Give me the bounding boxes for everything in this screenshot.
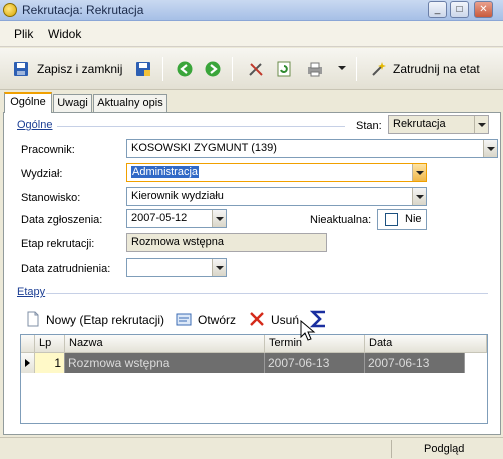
inactive-checkbox[interactable] — [385, 213, 398, 226]
toolbar: Zapisz i zamknij Zatrudnij na etat — [0, 48, 503, 90]
report-date-value: 2007-05-12 — [131, 212, 188, 224]
employee-dropdown-icon[interactable] — [483, 140, 497, 157]
department-dropdown-icon[interactable] — [412, 164, 426, 181]
toolbar-separator — [162, 57, 163, 81]
tab-aktualny-opis[interactable]: Aktualny opis — [93, 94, 167, 112]
open-button[interactable]: Otwórz — [198, 313, 236, 327]
row-selector[interactable] — [21, 353, 35, 373]
section-stages-label: Etapy — [17, 286, 46, 298]
menu-widok[interactable]: Widok — [48, 27, 81, 41]
preview-label[interactable]: Podgląd — [424, 443, 464, 455]
close-icon[interactable]: ✕ — [474, 1, 493, 18]
cell-data[interactable]: 2007-06-13 — [365, 353, 465, 373]
department-field[interactable]: Administracja — [126, 163, 427, 182]
status-label: Stan: — [356, 120, 382, 132]
status-value: Rekrutacja — [393, 118, 446, 130]
status-bar: Podgląd — [0, 437, 503, 459]
stage-label: Etap rekrutacji: — [21, 238, 95, 250]
print-icon[interactable] — [307, 61, 323, 77]
column-header-nazwa[interactable]: Nazwa — [65, 335, 265, 353]
toolbar-separator — [356, 57, 357, 81]
cell-lp[interactable]: 1 — [35, 353, 65, 373]
stage-field: Rozmowa wstępna — [126, 233, 327, 252]
report-date-field[interactable]: 2007-05-12 — [126, 209, 227, 228]
row-header-corner — [21, 335, 35, 353]
cell-nazwa[interactable]: Rozmowa wstępna — [65, 353, 265, 373]
minimize-icon[interactable]: _ — [428, 1, 447, 18]
inactive-value: Nie — [405, 213, 422, 225]
hire-icon — [372, 62, 386, 76]
status-separator — [391, 440, 392, 458]
hire-date-field[interactable] — [126, 258, 227, 277]
report-date-label: Data zgłoszenia: — [21, 214, 103, 226]
department-label: Wydział: — [21, 168, 63, 180]
print-dropdown-icon[interactable] — [338, 66, 346, 70]
section-divider — [57, 126, 345, 127]
position-value: Kierownik wydziału — [131, 190, 224, 202]
save-icon — [14, 62, 28, 76]
tab-uwagi[interactable]: Uwagi — [53, 94, 92, 112]
open-icon — [176, 313, 192, 326]
tools-icon[interactable] — [248, 61, 264, 77]
department-value: Administracja — [131, 166, 200, 178]
window-title: Rekrutacja: Rekrutacja — [22, 3, 144, 17]
employee-label: Pracownik: — [21, 144, 75, 156]
hire-date-dropdown-icon[interactable] — [212, 259, 226, 276]
delete-button[interactable]: Usuń — [271, 313, 299, 327]
current-row-icon — [25, 359, 30, 367]
status-field: Rekrutacja — [388, 115, 489, 134]
hire-button[interactable]: Zatrudnij na etat — [393, 62, 480, 76]
report-date-dropdown-icon[interactable] — [212, 210, 226, 227]
refresh-icon[interactable] — [276, 61, 292, 77]
cell-termin[interactable]: 2007-06-13 — [265, 353, 365, 373]
title-bar: Rekrutacja: Rekrutacja _ □ ✕ — [0, 0, 503, 21]
app-icon — [3, 3, 17, 17]
menu-bar: Plik Widok — [0, 21, 503, 47]
back-icon[interactable] — [177, 61, 193, 77]
position-field[interactable]: Kierownik wydziału — [126, 187, 427, 206]
new-stage-button[interactable]: Nowy (Etap rekrutacji) — [46, 313, 164, 327]
stage-value: Rozmowa wstępna — [131, 236, 224, 248]
maximize-icon[interactable]: □ — [450, 1, 469, 18]
stages-table: Lp Nazwa Termin Data 1 Rozmowa wstępna 2… — [20, 334, 488, 424]
hire-date-label: Data zatrudnienia: — [21, 263, 111, 275]
toolbar-separator — [232, 57, 233, 81]
tab-ogolne[interactable]: Ogólne — [4, 92, 52, 113]
save-as-icon[interactable] — [135, 61, 151, 77]
position-label: Stanowisko: — [21, 192, 81, 204]
new-document-icon — [27, 311, 39, 327]
inactive-field[interactable]: Nie — [377, 209, 427, 230]
employee-field[interactable]: KOSOWSKI ZYGMUNT (139) — [126, 139, 498, 158]
section-general-label: Ogólne — [17, 119, 53, 131]
employee-value: KOSOWSKI ZYGMUNT (139) — [131, 142, 277, 154]
table-row[interactable]: 1 Rozmowa wstępna 2007-06-13 2007-06-13 — [21, 353, 465, 373]
column-header-lp[interactable]: Lp — [35, 335, 65, 353]
position-dropdown-icon[interactable] — [412, 188, 426, 205]
menu-plik[interactable]: Plik — [14, 27, 33, 41]
mouse-cursor-icon — [300, 320, 316, 341]
column-header-data[interactable]: Data — [365, 335, 487, 353]
section-divider — [46, 293, 488, 294]
forward-icon[interactable] — [205, 61, 221, 77]
inactive-label: Nieaktualna: — [310, 214, 372, 226]
save-close-label[interactable]: Zapisz i zamknij — [37, 62, 122, 76]
status-dropdown-icon — [474, 116, 488, 133]
delete-icon — [250, 312, 264, 326]
